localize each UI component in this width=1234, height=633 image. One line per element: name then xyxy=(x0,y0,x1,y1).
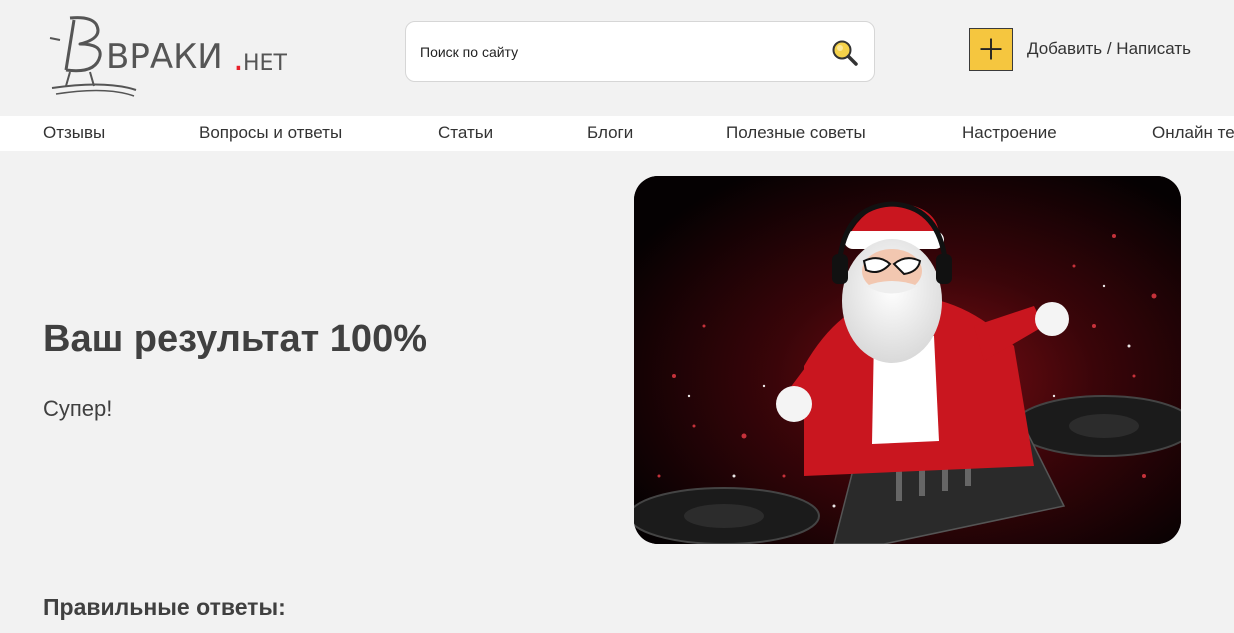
site-header: ВРАКИ . НЕТ Добавить / Написать xyxy=(0,0,1234,116)
search-icon xyxy=(832,40,858,66)
search-button[interactable] xyxy=(830,38,860,68)
nav-item-reviews[interactable]: Отзывы xyxy=(43,123,105,143)
site-logo[interactable]: ВРАКИ . НЕТ xyxy=(46,10,306,100)
logo-suffix-text: НЕТ xyxy=(243,51,287,76)
add-write-link[interactable]: Добавить / Написать xyxy=(1027,39,1191,59)
nav-item-articles[interactable]: Статьи xyxy=(438,123,493,143)
search-box xyxy=(405,21,875,82)
logo-graphic: ВРАКИ . НЕТ xyxy=(49,16,287,97)
result-title: Ваш результат 100% xyxy=(43,318,427,360)
nav-item-blogs[interactable]: Блоги xyxy=(587,123,633,143)
hero-illustration xyxy=(634,176,1181,544)
plus-icon xyxy=(980,38,1002,60)
logo-main-text: ВРАКИ xyxy=(106,37,223,77)
result-subtitle: Супер! xyxy=(43,396,113,421)
search-input[interactable] xyxy=(420,40,820,64)
nav-item-online-tests[interactable]: Онлайн те xyxy=(1152,123,1234,143)
correct-answers-heading: Правильные ответы: xyxy=(43,594,286,620)
add-button[interactable] xyxy=(969,28,1013,71)
main-nav: Отзывы Вопросы и ответы Статьи Блоги Пол… xyxy=(0,116,1234,151)
nav-item-tips[interactable]: Полезные советы xyxy=(726,123,866,143)
santa-dj-image xyxy=(634,176,1181,544)
nav-item-questions[interactable]: Вопросы и ответы xyxy=(199,123,342,143)
nav-item-mood[interactable]: Настроение xyxy=(962,123,1057,143)
